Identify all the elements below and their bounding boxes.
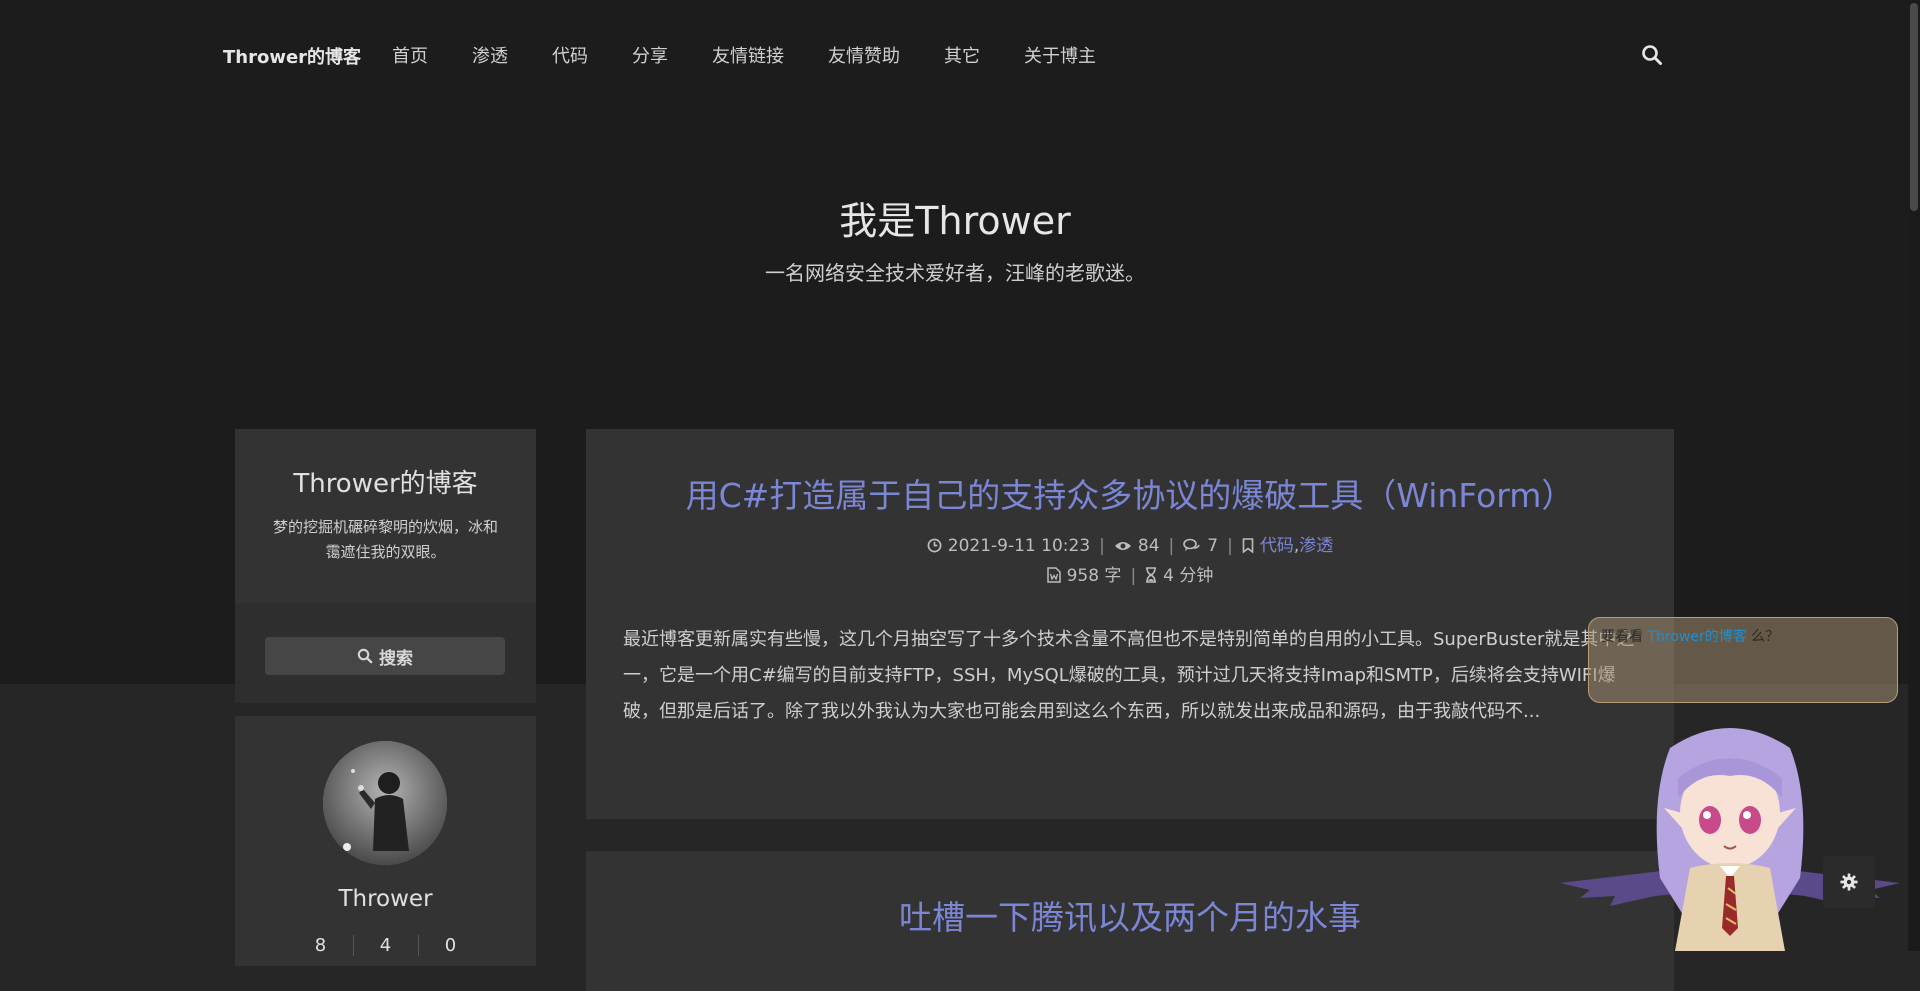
- post-meta-extra: 958 字 | 4 分钟: [586, 561, 1674, 586]
- category-link-pentest[interactable]: 渗透: [1299, 536, 1333, 556]
- brand-link[interactable]: Thrower的博客: [223, 43, 361, 69]
- nav-item-share[interactable]: 分享: [632, 42, 668, 68]
- post-title-link[interactable]: 用C#打造属于自己的支持众多协议的爆破工具（WinForm）: [586, 469, 1674, 517]
- hero-subtitle: 一名网络安全技术爱好者，汪峰的老歌迷。: [765, 261, 1145, 285]
- mascot-character[interactable]: [1560, 718, 1900, 951]
- main-nav: 首页 渗透 代码 分享 友情链接 友情赞助 其它 关于博主: [392, 42, 1140, 68]
- sidebar-author-card: Thrower 8 4 0: [235, 716, 536, 966]
- nav-item-sponsor[interactable]: 友情赞助: [828, 42, 900, 68]
- sidebar-author-name: Thrower: [338, 886, 433, 912]
- stat-tags[interactable]: 0: [419, 935, 483, 956]
- meta-divider: |: [1227, 536, 1233, 556]
- mascot-speech-bubble: 要看看 Thrower的博客 么？: [1588, 617, 1898, 703]
- sidebar-site-name: Thrower的博客: [293, 469, 478, 499]
- hourglass-icon: [1146, 567, 1157, 583]
- stat-posts[interactable]: 8: [289, 935, 354, 956]
- sidebar-site-desc: 梦的挖掘机碾碎黎明的炊烟，冰和霭遮住我的双眼。: [272, 518, 498, 561]
- post-date: 2021-9-11 10:23: [947, 536, 1091, 556]
- meta-divider: |: [1168, 536, 1175, 556]
- gear-icon: [1840, 873, 1858, 891]
- post-card: 吐槽一下腾讯以及两个月的水事: [586, 851, 1674, 991]
- post-title-link[interactable]: 吐槽一下腾讯以及两个月的水事: [586, 891, 1674, 939]
- post-views: 84: [1137, 536, 1160, 556]
- search-icon: [357, 648, 373, 664]
- comments-icon: [1183, 538, 1201, 551]
- sidebar-search-label: 搜索: [379, 648, 413, 669]
- bubble-suffix: 么？: [1746, 629, 1780, 645]
- stat-categories[interactable]: 4: [354, 935, 419, 956]
- meta-divider: |: [1130, 566, 1137, 586]
- nav-item-other[interactable]: 其它: [944, 42, 980, 68]
- sidebar-search-button[interactable]: 搜索: [265, 637, 505, 675]
- category-link-code[interactable]: 代码: [1260, 536, 1294, 556]
- sidebar-search-area: 搜索: [235, 603, 536, 703]
- post-read-time: 4 分钟: [1163, 566, 1214, 586]
- meta-divider: |: [1099, 536, 1105, 556]
- hero-title: 我是Thrower: [839, 199, 1071, 243]
- nav-item-about[interactable]: 关于博主: [1024, 42, 1096, 68]
- post-card: 用C#打造属于自己的支持众多协议的爆破工具（WinForm） 2021-9-11…: [586, 429, 1674, 819]
- search-icon[interactable]: [1641, 44, 1663, 66]
- avatar[interactable]: [323, 741, 447, 865]
- widget-settings-button[interactable]: [1823, 856, 1875, 908]
- nav-item-pentest[interactable]: 渗透: [472, 42, 508, 68]
- post-meta: 2021-9-11 10:23 | 84 | 7 | 代码,渗透: [586, 531, 1674, 556]
- eye-icon: [1114, 542, 1131, 550]
- post-comments[interactable]: 7: [1207, 536, 1218, 556]
- top-navbar: Thrower的博客 首页 渗透 代码 分享 友情链接 友情赞助 其它 关于博主: [0, 0, 1920, 110]
- sidebar-stats: 8 4 0: [235, 935, 536, 956]
- page-scrollbar[interactable]: [1908, 0, 1920, 951]
- clock-icon: [927, 538, 942, 553]
- nav-item-code[interactable]: 代码: [552, 42, 588, 68]
- scrollbar-thumb[interactable]: [1910, 3, 1918, 211]
- nav-item-home[interactable]: 首页: [392, 42, 428, 68]
- sidebar-site-card: Thrower的博客 梦的挖掘机碾碎黎明的炊烟，冰和霭遮住我的双眼。: [235, 429, 536, 603]
- bubble-highlight: Thrower的博客: [1647, 629, 1747, 645]
- post-word-count: 958 字: [1066, 566, 1122, 586]
- file-word-icon: [1046, 567, 1061, 583]
- nav-item-links[interactable]: 友情链接: [712, 42, 784, 68]
- post-excerpt: 最近博客更新属实有些慢，这几个月抽空写了十多个技术含量不高但也不是特别简单的自用…: [623, 629, 1635, 722]
- bubble-prefix: 要看看: [1601, 629, 1648, 645]
- bookmark-icon: [1242, 538, 1254, 553]
